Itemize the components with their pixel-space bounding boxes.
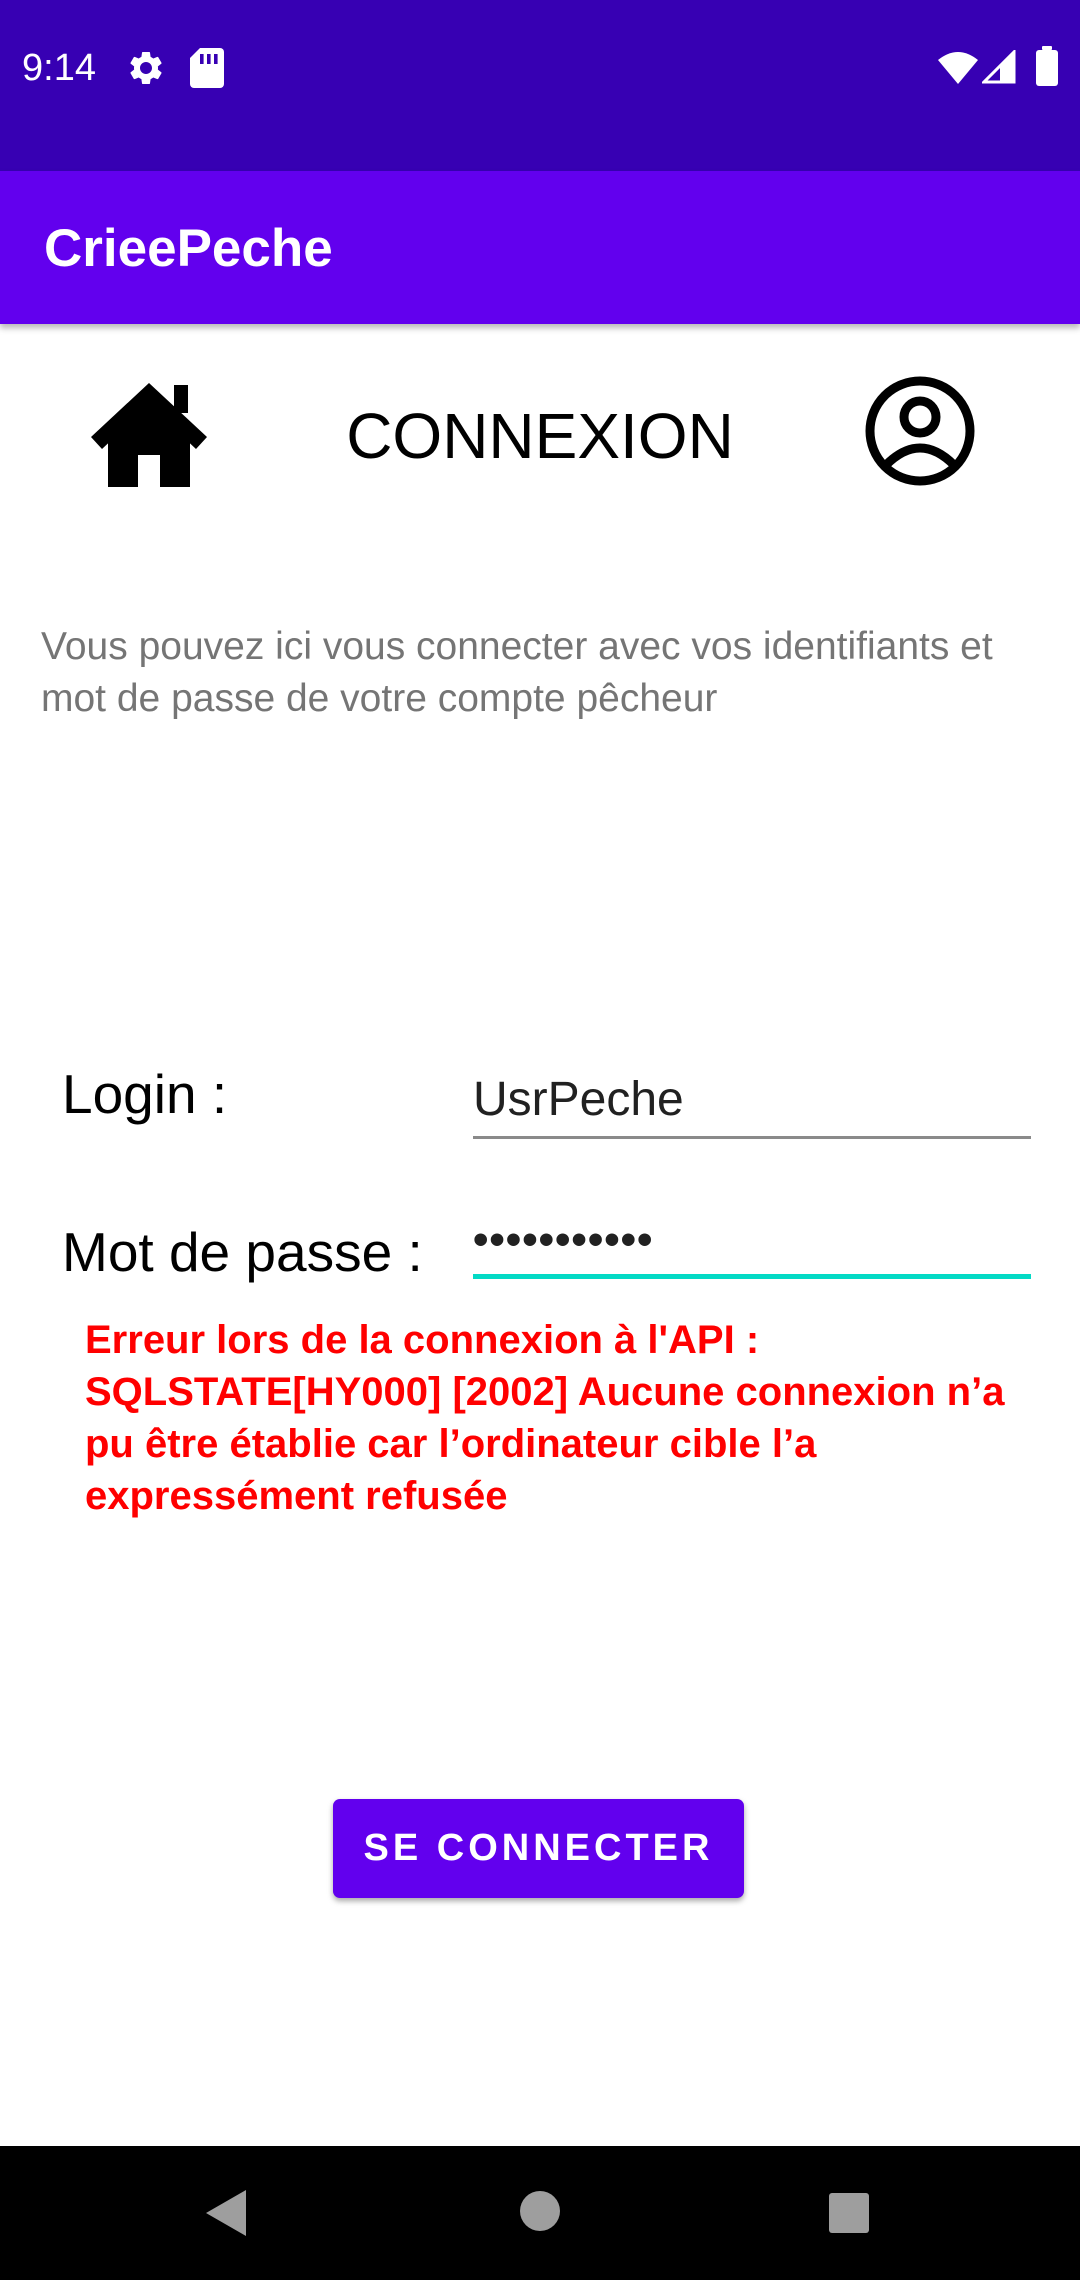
password-label: Mot de passe : [62, 1221, 423, 1283]
back-icon[interactable] [202, 2186, 250, 2240]
login-label: Login : [62, 1063, 228, 1125]
signal-icon [982, 50, 1016, 84]
login-underline [473, 1136, 1031, 1139]
sd-card-icon [190, 48, 224, 88]
app-title: CrieePeche [44, 219, 333, 278]
login-input[interactable] [473, 1066, 1031, 1134]
intro-text: Vous pouvez ici vous connecter avec vos … [41, 625, 993, 720]
app-bar: CrieePeche [0, 171, 1080, 324]
status-bar: 9:14 [0, 0, 1080, 171]
gear-icon [130, 51, 162, 84]
error-message: Erreur lors de la connexion à l'API : SQ… [85, 1318, 1005, 1518]
password-underline [473, 1274, 1031, 1279]
home-nav-icon[interactable] [519, 2190, 561, 2232]
password-input[interactable]: ••••••••••• [473, 1212, 1031, 1272]
login-field[interactable] [473, 1066, 1031, 1139]
password-field[interactable]: ••••••••••• [473, 1212, 1031, 1280]
nav-bar [0, 2146, 1080, 2280]
battery-icon [1036, 46, 1058, 86]
wifi-icon [938, 52, 978, 84]
account-button[interactable] [864, 375, 976, 487]
recents-icon[interactable] [828, 2192, 870, 2234]
account-circle-icon [865, 376, 975, 486]
status-time: 9:14 [22, 47, 96, 89]
connect-button[interactable]: SE CONNECTER [333, 1799, 744, 1898]
